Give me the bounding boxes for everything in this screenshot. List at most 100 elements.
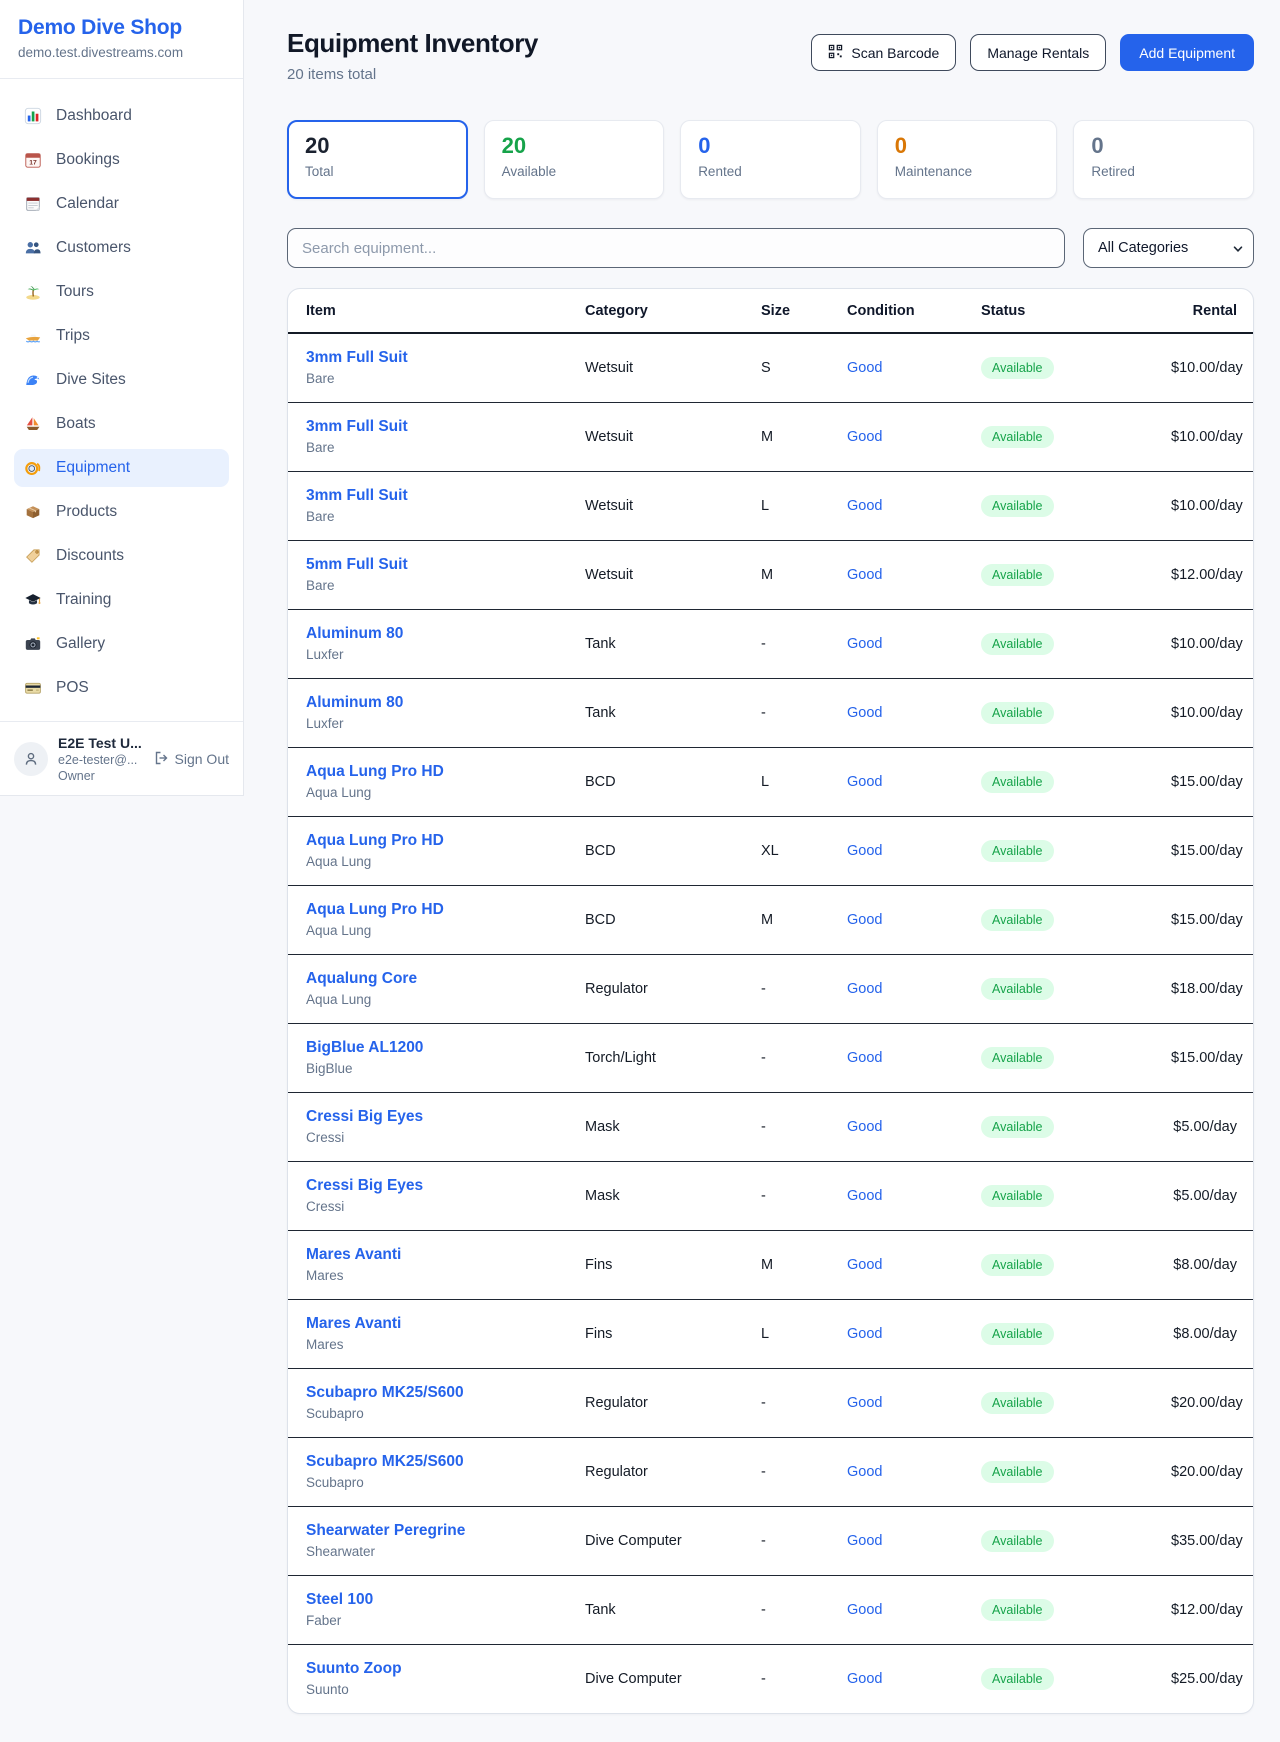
item-rental-rate: $10.00/day [1171, 471, 1253, 540]
sidebar-item-gallery[interactable]: Gallery [14, 625, 229, 663]
sidebar-item-customers[interactable]: Customers [14, 229, 229, 267]
item-condition-link[interactable]: Good [847, 1395, 882, 1411]
stat-value: 20 [305, 134, 450, 158]
item-rental-rate: $5.00/day [1171, 1092, 1253, 1161]
item-condition-link[interactable]: Good [847, 1050, 882, 1066]
sidebar-item-label: Gallery [56, 635, 105, 653]
add-equipment-button[interactable]: Add Equipment [1120, 34, 1254, 71]
item-name-link[interactable]: Aqualung Core [306, 970, 417, 988]
item-name-link[interactable]: Aqua Lung Pro HD [306, 832, 444, 850]
item-name-link[interactable]: Cressi Big Eyes [306, 1108, 423, 1126]
item-condition-link[interactable]: Good [847, 567, 882, 583]
sidebar-item-tours[interactable]: Tours [14, 273, 229, 311]
item-name-link[interactable]: 3mm Full Suit [306, 418, 408, 436]
item-size: - [761, 1506, 847, 1575]
item-name-link[interactable]: Mares Avanti [306, 1246, 401, 1264]
item-brand: Bare [306, 578, 585, 593]
item-size: S [761, 333, 847, 402]
sidebar-item-dive-sites[interactable]: Dive Sites [14, 361, 229, 399]
sidebar-item-dashboard[interactable]: Dashboard [14, 97, 229, 135]
item-name-link[interactable]: Aluminum 80 [306, 694, 403, 712]
item-name-link[interactable]: Shearwater Peregrine [306, 1522, 465, 1540]
item-brand: Bare [306, 371, 585, 386]
svg-text:17: 17 [29, 160, 37, 167]
search-input[interactable] [287, 228, 1065, 268]
item-condition-link[interactable]: Good [847, 843, 882, 859]
sidebar-item-bookings[interactable]: 17 Bookings [14, 141, 229, 179]
manage-rentals-button[interactable]: Manage Rentals [970, 34, 1106, 71]
item-name-link[interactable]: 5mm Full Suit [306, 556, 408, 574]
table-row: 5mm Full SuitBareWetsuitMGoodAvailable$1… [288, 540, 1253, 609]
sidebar-item-training[interactable]: Training [14, 581, 229, 619]
item-condition-link[interactable]: Good [847, 1119, 882, 1135]
item-condition-link[interactable]: Good [847, 429, 882, 445]
item-name-link[interactable]: Scubapro MK25/S600 [306, 1384, 464, 1402]
item-category: Fins [585, 1299, 761, 1368]
sign-out-button[interactable]: Sign Out [153, 750, 229, 769]
scan-barcode-button[interactable]: Scan Barcode [811, 34, 956, 71]
item-name-link[interactable]: Aqua Lung Pro HD [306, 763, 444, 781]
stat-card-rented[interactable]: 0Rented [680, 120, 861, 199]
item-condition-link[interactable]: Good [847, 981, 882, 997]
stat-label: Total [305, 164, 450, 179]
item-condition-link[interactable]: Good [847, 1464, 882, 1480]
stat-card-maintenance[interactable]: 0Maintenance [877, 120, 1058, 199]
item-rental-rate: $15.00/day [1171, 816, 1253, 885]
item-name-link[interactable]: Suunto Zoop [306, 1660, 402, 1678]
item-name-link[interactable]: Aluminum 80 [306, 625, 403, 643]
item-brand: Mares [306, 1337, 585, 1352]
item-name-link[interactable]: BigBlue AL1200 [306, 1039, 423, 1057]
sidebar-item-products[interactable]: Products [14, 493, 229, 531]
sidebar-item-label: Dive Sites [56, 371, 126, 389]
sidebar-item-calendar[interactable]: Calendar [14, 185, 229, 223]
item-size: M [761, 540, 847, 609]
item-condition-link[interactable]: Good [847, 1602, 882, 1618]
item-category: Dive Computer [585, 1506, 761, 1575]
items-total: 20 items total [287, 66, 538, 83]
status-badge: Available [981, 1668, 1054, 1690]
item-name-link[interactable]: 3mm Full Suit [306, 349, 408, 367]
sidebar-item-label: Products [56, 503, 117, 521]
item-condition-link[interactable]: Good [847, 912, 882, 928]
item-condition-link[interactable]: Good [847, 1533, 882, 1549]
sidebar-item-trips[interactable]: Trips [14, 317, 229, 355]
item-condition-link[interactable]: Good [847, 360, 882, 376]
sidebar-item-boats[interactable]: Boats [14, 405, 229, 443]
item-name-link[interactable]: Cressi Big Eyes [306, 1177, 423, 1195]
item-condition-link[interactable]: Good [847, 1671, 882, 1687]
sidebar-item-equipment[interactable]: Equipment [14, 449, 229, 487]
item-name-link[interactable]: Steel 100 [306, 1591, 373, 1609]
stat-card-retired[interactable]: 0Retired [1073, 120, 1254, 199]
sidebar-item-label: Bookings [56, 151, 120, 169]
category-select[interactable]: All Categories [1083, 228, 1254, 268]
item-name-link[interactable]: Aqua Lung Pro HD [306, 901, 444, 919]
item-condition-link[interactable]: Good [847, 498, 882, 514]
table-row: Aqualung CoreAqua LungRegulator-GoodAvai… [288, 954, 1253, 1023]
sidebar-item-discounts[interactable]: Discounts [14, 537, 229, 575]
sign-out-icon [153, 750, 169, 769]
item-brand: Cressi [306, 1199, 585, 1214]
item-name-link[interactable]: Scubapro MK25/S600 [306, 1453, 464, 1471]
sidebar-item-label: Equipment [56, 459, 130, 477]
item-rental-rate: $8.00/day [1171, 1299, 1253, 1368]
tours-icon [24, 283, 42, 301]
sidebar-item-pos[interactable]: POS [14, 669, 229, 707]
item-condition-link[interactable]: Good [847, 1257, 882, 1273]
item-rental-rate: $10.00/day [1171, 402, 1253, 471]
stat-card-available[interactable]: 20Available [484, 120, 665, 199]
item-rental-rate: $12.00/day [1171, 1575, 1253, 1644]
table-row: 3mm Full SuitBareWetsuitLGoodAvailable$1… [288, 471, 1253, 540]
page-title-block: Equipment Inventory 20 items total [287, 28, 538, 83]
item-condition-link[interactable]: Good [847, 774, 882, 790]
item-category: Wetsuit [585, 471, 761, 540]
item-category: BCD [585, 747, 761, 816]
sidebar-item-label: Boats [56, 415, 96, 433]
item-name-link[interactable]: 3mm Full Suit [306, 487, 408, 505]
stat-card-total[interactable]: 20 Total [287, 120, 468, 199]
item-condition-link[interactable]: Good [847, 1326, 882, 1342]
item-condition-link[interactable]: Good [847, 1188, 882, 1204]
item-condition-link[interactable]: Good [847, 636, 882, 652]
item-name-link[interactable]: Mares Avanti [306, 1315, 401, 1333]
item-condition-link[interactable]: Good [847, 705, 882, 721]
filter-row: All Categories [287, 228, 1254, 268]
